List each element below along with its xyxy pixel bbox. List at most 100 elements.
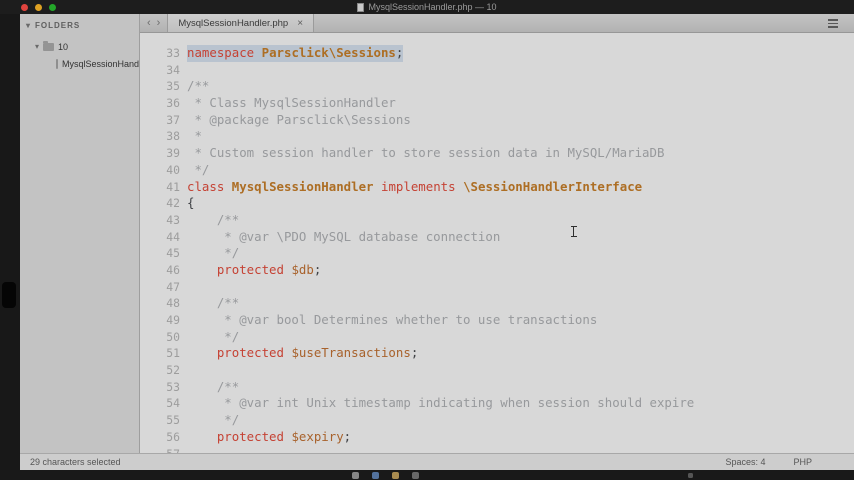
hamburger-bar — [828, 26, 838, 28]
line-number[interactable]: 52 — [140, 362, 180, 379]
code-text[interactable]: */ — [187, 245, 239, 262]
chevron-down-icon[interactable]: ▾ — [35, 42, 39, 51]
line-number[interactable]: 51 — [140, 345, 180, 362]
code-text[interactable]: /** — [187, 295, 239, 312]
line-number[interactable]: 46 — [140, 262, 180, 279]
code-text[interactable]: /** — [187, 212, 239, 229]
line-number[interactable]: 53 — [140, 379, 180, 396]
code-line[interactable]: 43 /** — [140, 212, 854, 229]
dock-icon — [372, 471, 379, 479]
code-line[interactable]: 56 protected $expiry; — [140, 429, 854, 446]
code-line[interactable]: 51 protected $useTransactions; — [140, 345, 854, 362]
line-number[interactable]: 33 — [140, 45, 180, 62]
code-line[interactable]: 44 * @var \PDO MySQL database connection — [140, 229, 854, 246]
code-text[interactable]: * @var bool Determines whether to use tr… — [187, 312, 597, 329]
line-number[interactable]: 40 — [140, 162, 180, 179]
code-text[interactable]: * Custom session handler to store sessio… — [187, 145, 664, 162]
code-text[interactable]: */ — [187, 412, 239, 429]
file-label: MysqlSessionHandler — [62, 58, 140, 69]
code-text[interactable]: protected $expiry; — [187, 429, 351, 446]
folders-header[interactable]: ▾ FOLDERS — [20, 14, 139, 30]
code-line[interactable]: 55 */ — [140, 412, 854, 429]
line-number[interactable]: 39 — [140, 145, 180, 162]
tab-overflow-menu-button[interactable] — [828, 19, 838, 28]
dock-icon — [688, 473, 693, 478]
code-text[interactable]: * Class MysqlSessionHandler — [187, 95, 395, 112]
code-text[interactable]: { — [187, 195, 194, 212]
dock-icon — [392, 471, 399, 479]
sidebar: ▾ FOLDERS ▾ 10 MysqlSessionHandler — [20, 14, 140, 453]
ibeam-cursor-icon — [570, 226, 577, 237]
code-line[interactable]: 40 */ — [140, 162, 854, 179]
line-number[interactable]: 57 — [140, 446, 180, 454]
line-number[interactable]: 44 — [140, 229, 180, 246]
code-text[interactable]: protected $useTransactions; — [187, 345, 418, 362]
line-number[interactable]: 34 — [140, 62, 180, 79]
code-text[interactable]: */ — [187, 162, 209, 179]
line-number[interactable]: 55 — [140, 412, 180, 429]
history-back-button[interactable]: ‹ — [144, 17, 154, 29]
code-line[interactable]: 48 /** — [140, 295, 854, 312]
line-number[interactable]: 36 — [140, 95, 180, 112]
tab-mysqlsessionhandler-php[interactable]: MysqlSessionHandler.php × — [167, 14, 315, 32]
code-line[interactable]: 41 class MysqlSessionHandler implements \… — [140, 179, 854, 196]
code-line[interactable]: 54 * @var int Unix timestamp indicating … — [140, 395, 854, 412]
code-text[interactable]: protected $db; — [187, 262, 321, 279]
tab-label: MysqlSessionHandler.php — [178, 17, 289, 29]
code-text[interactable]: * @package Parsclick\Sessions — [187, 112, 410, 129]
code-line[interactable]: 45 */ — [140, 245, 854, 262]
code-text[interactable]: namespace Parsclick\Sessions; — [187, 45, 404, 62]
code-line[interactable]: 35 /** — [140, 78, 854, 95]
screen: MysqlSessionHandler.php — 10 ▾ FOLDERS ▾… — [0, 0, 854, 480]
code-line[interactable]: 42 { — [140, 195, 854, 212]
code-text[interactable]: class MysqlSessionHandler implements \Se… — [187, 179, 642, 196]
chevron-down-icon: ▾ — [26, 20, 32, 30]
line-number[interactable]: 56 — [140, 429, 180, 446]
code-line[interactable]: 57 — [140, 446, 854, 454]
code-text[interactable]: /** — [187, 379, 239, 396]
code-text[interactable]: * @var int Unix timestamp indicating whe… — [187, 395, 694, 412]
code-line[interactable]: 36 * Class MysqlSessionHandler — [140, 95, 854, 112]
hamburger-bar — [828, 19, 838, 21]
line-number[interactable]: 45 — [140, 245, 180, 262]
code-line[interactable]: 39 * Custom session handler to store ses… — [140, 145, 854, 162]
file-icon — [56, 58, 58, 69]
code-text[interactable]: * — [187, 128, 201, 145]
syntax-mode-button[interactable]: PHP — [793, 457, 812, 467]
line-number[interactable]: 48 — [140, 295, 180, 312]
window-titlebar[interactable]: MysqlSessionHandler.php — 10 — [0, 0, 854, 14]
code-line[interactable]: 49 * @var bool Determines whether to use… — [140, 312, 854, 329]
code-text[interactable]: */ — [187, 329, 239, 346]
line-number[interactable]: 35 — [140, 78, 180, 95]
status-bar: 29 characters selected Spaces: 4 PHP — [20, 453, 854, 470]
line-number[interactable]: 38 — [140, 128, 180, 145]
line-number[interactable]: 41 — [140, 179, 180, 196]
sidebar-item-folder-10[interactable]: ▾ 10 — [20, 38, 139, 55]
code-line[interactable]: 46 protected $db; — [140, 262, 854, 279]
code-line[interactable]: 37 * @package Parsclick\Sessions — [140, 112, 854, 129]
folder-icon — [43, 40, 55, 51]
code-editor[interactable]: 33 namespace Parsclick\Sessions; 34 35/** 36… — [140, 33, 854, 453]
line-number[interactable]: 43 — [140, 212, 180, 229]
history-forward-button[interactable]: › — [154, 17, 164, 29]
indent-setting-button[interactable]: Spaces: 4 — [725, 457, 765, 467]
line-number[interactable]: 47 — [140, 279, 180, 296]
dock-strip — [0, 470, 854, 480]
code-line[interactable]: 38 * — [140, 128, 854, 145]
code-line[interactable]: 47 — [140, 279, 854, 296]
code-line[interactable]: 33 namespace Parsclick\Sessions; — [140, 45, 854, 62]
line-number[interactable]: 49 — [140, 312, 180, 329]
code-line[interactable]: 34 — [140, 62, 854, 79]
code-text[interactable]: * @var \PDO MySQL database connection — [187, 229, 500, 246]
line-number[interactable]: 37 — [140, 112, 180, 129]
line-number[interactable]: 50 — [140, 329, 180, 346]
code-line[interactable]: 52 — [140, 362, 854, 379]
code-line[interactable]: 53 /** — [140, 379, 854, 396]
sidebar-item-file-mysqlsessionhandler[interactable]: MysqlSessionHandler — [20, 55, 139, 72]
tab-close-button[interactable]: × — [297, 18, 303, 29]
window-title-text: MysqlSessionHandler.php — 10 — [368, 2, 497, 12]
line-number[interactable]: 42 — [140, 195, 180, 212]
code-text[interactable]: /** — [187, 78, 209, 95]
code-line[interactable]: 50 */ — [140, 329, 854, 346]
line-number[interactable]: 54 — [140, 395, 180, 412]
